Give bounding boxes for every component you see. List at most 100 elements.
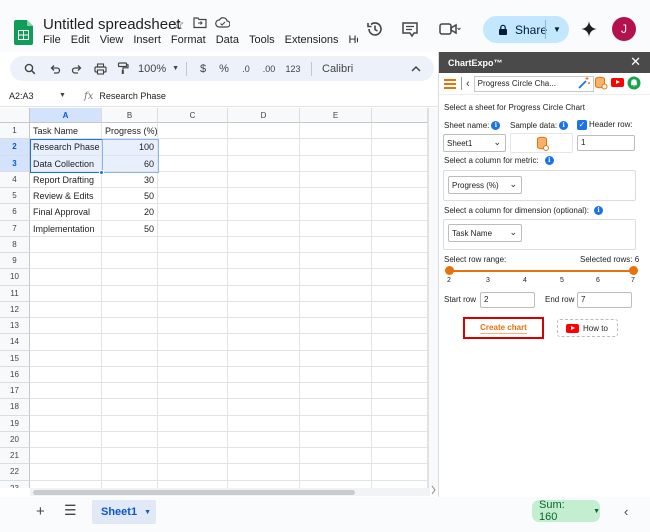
sheet-name-select[interactable]: Sheet1 ⌄ (443, 134, 506, 152)
row-header-15[interactable]: 15 (0, 350, 30, 367)
header-row-input[interactable]: 1 (577, 135, 635, 151)
end-row-input[interactable]: 7 (577, 292, 632, 308)
grid-cell[interactable] (228, 448, 300, 465)
percent-format-button[interactable]: % (213, 56, 235, 81)
grid-cell[interactable] (158, 139, 228, 156)
row-header-16[interactable]: 16 (0, 366, 30, 383)
grid-cell[interactable] (30, 318, 102, 335)
row-header-3[interactable]: 3 (0, 155, 30, 172)
grid-cell[interactable] (300, 318, 372, 335)
database-icon[interactable] (594, 76, 608, 90)
meet-video-icon[interactable] (439, 20, 461, 38)
grid-cell[interactable] (228, 431, 300, 448)
grid-cell[interactable] (30, 366, 102, 383)
menu-help[interactable]: Help (348, 34, 358, 46)
grid-cell[interactable] (102, 431, 158, 448)
cell-task-name[interactable]: Review & Edits (30, 188, 102, 205)
more-formats-button[interactable]: 123 (281, 56, 305, 81)
grid-cell[interactable] (228, 269, 300, 286)
magic-wand-icon[interactable] (577, 76, 591, 90)
close-panel-icon[interactable]: ✕ (630, 54, 641, 70)
column-header-b[interactable]: B (102, 108, 158, 123)
search-menus-icon[interactable] (16, 56, 44, 81)
collapse-panel-icon[interactable]: ‹ (624, 504, 628, 519)
grid-cell[interactable] (158, 464, 228, 481)
row-header-10[interactable]: 10 (0, 269, 30, 286)
grid-cell[interactable] (300, 383, 372, 400)
notification-bell-icon[interactable] (627, 76, 641, 90)
column-header-d[interactable]: D (228, 108, 300, 123)
zoom-select[interactable]: 100% ▼ (134, 56, 180, 81)
grid-cell[interactable] (102, 334, 158, 351)
name-box[interactable]: A2:A3 ▼ (0, 91, 70, 101)
grid-cell[interactable] (102, 301, 158, 318)
grid-cell[interactable] (158, 399, 228, 416)
menu-format[interactable]: Format (171, 34, 206, 46)
row-range-end-handle[interactable] (629, 266, 638, 275)
grid-cell[interactable] (300, 285, 372, 302)
dimension-select[interactable]: Task Name ⌄ (448, 224, 522, 242)
grid-cell[interactable] (102, 480, 158, 488)
menu-insert[interactable]: Insert (133, 34, 161, 46)
grid-cell[interactable] (300, 123, 372, 140)
row-header-7[interactable]: 7 (0, 220, 30, 237)
grid-cell[interactable] (158, 253, 228, 270)
grid-cell[interactable] (30, 236, 102, 253)
grid-cell[interactable] (158, 480, 228, 488)
grid-cell[interactable] (300, 188, 372, 205)
info-icon[interactable]: i (544, 156, 554, 166)
menu-hamburger-icon[interactable] (444, 77, 456, 91)
vertical-scrollbar[interactable] (428, 108, 438, 488)
sample-data-button[interactable] (510, 133, 573, 153)
grid-cell[interactable] (158, 123, 228, 140)
grid-cell[interactable] (30, 253, 102, 270)
cell-progress[interactable]: 100 (102, 139, 158, 156)
grid-cell[interactable] (158, 415, 228, 432)
row-header-21[interactable]: 21 (0, 448, 30, 465)
row-header-9[interactable]: 9 (0, 253, 30, 270)
grid-cell[interactable] (158, 318, 228, 335)
menu-extensions[interactable]: Extensions (285, 34, 339, 46)
sheets-logo-icon[interactable] (14, 20, 33, 45)
row-header-4[interactable]: 4 (0, 171, 30, 188)
grid-cell[interactable] (158, 431, 228, 448)
grid-cell[interactable] (158, 301, 228, 318)
grid-cell[interactable] (300, 236, 372, 253)
column-header-a[interactable]: A (30, 108, 102, 123)
info-icon[interactable]: i (559, 121, 569, 131)
metric-select[interactable]: Progress (%) ⌄ (448, 176, 522, 194)
grid-cell[interactable] (158, 448, 228, 465)
row-header-2[interactable]: 2 (0, 139, 30, 156)
row-range-start-handle[interactable] (445, 266, 454, 275)
share-dropdown-icon[interactable]: ▼ (553, 25, 561, 34)
row-header-18[interactable]: 18 (0, 399, 30, 416)
grid-cell[interactable] (102, 366, 158, 383)
sheet-tab-sheet1[interactable]: Sheet1 ▼ (92, 500, 156, 524)
fill-handle[interactable] (99, 169, 104, 175)
scroll-right-icon[interactable] (431, 485, 436, 495)
grid-cell[interactable] (102, 399, 158, 416)
grid-cell[interactable] (228, 155, 300, 172)
grid-cell[interactable] (228, 139, 300, 156)
row-header-20[interactable]: 20 (0, 431, 30, 448)
cell-task-name[interactable]: Implementation (30, 220, 102, 237)
grid-cell[interactable] (102, 464, 158, 481)
cell-task-name[interactable]: Final Approval (30, 204, 102, 221)
grid-cell[interactable] (158, 188, 228, 205)
column-header-e[interactable]: E (300, 108, 372, 123)
header-cell-task-name[interactable]: Task Name (30, 123, 102, 140)
grid-cell[interactable] (158, 383, 228, 400)
comments-icon[interactable] (401, 20, 419, 38)
grid-cell[interactable] (30, 480, 102, 488)
back-arrow-icon[interactable]: ‹ (466, 78, 470, 90)
grid-cell[interactable] (228, 366, 300, 383)
cell-progress[interactable]: 30 (102, 171, 158, 188)
row-header-19[interactable]: 19 (0, 415, 30, 432)
start-row-input[interactable]: 2 (480, 292, 535, 308)
chart-type-select[interactable]: Progress Circle Cha... (473, 75, 594, 92)
decrease-decimal-button[interactable]: .0 (235, 56, 257, 81)
grid-cell[interactable] (30, 448, 102, 465)
currency-format-button[interactable]: $ (193, 56, 213, 81)
create-chart-button[interactable]: Create chart (463, 317, 544, 339)
info-icon[interactable]: i (593, 206, 603, 216)
